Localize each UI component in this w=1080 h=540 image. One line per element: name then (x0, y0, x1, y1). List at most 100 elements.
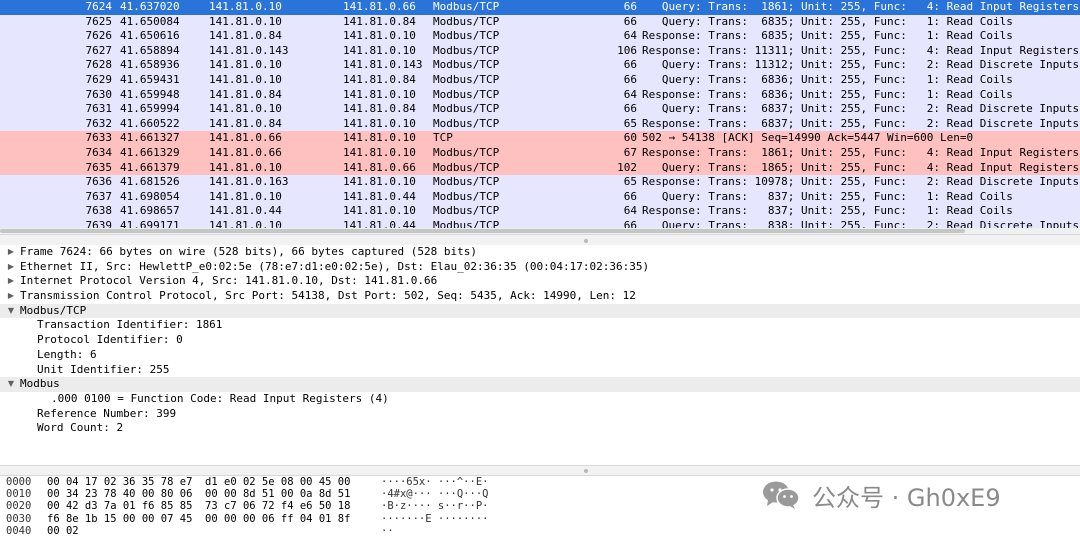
hex-offset: 0020 (6, 500, 32, 513)
packet-row[interactable]: 7633 41.661327 141.81.0.66 141.81.0.10 TCP 60… (0, 131, 1080, 146)
expanded-arrow-icon[interactable]: ▼ (6, 377, 16, 392)
packet-length: 66 (623, 58, 637, 72)
packet-number: 7637 (85, 189, 113, 203)
expanded-arrow-icon[interactable]: ▼ (6, 304, 16, 319)
packet-length: 60 (623, 131, 637, 145)
pane-splitter-bottom[interactable] (0, 465, 1080, 476)
hex-row[interactable]: 0040 00 02 ·· (0, 525, 1080, 537)
packet-row[interactable]: 7624 41.637020 141.81.0.10 141.81.0.66 Modbu… (0, 0, 1080, 15)
tree-item[interactable]: ▶ Ethernet II, Src: HewlettP_e0:02:5e (78… (0, 260, 1080, 275)
packet-length: 106 (617, 43, 637, 57)
tree-item[interactable]: Transaction Identifier: 1861 (0, 318, 1080, 333)
packet-source: 141.81.0.84 (209, 29, 282, 43)
packet-row[interactable]: 7630 41.659948 141.81.0.84 141.81.0.10 Modbu… (0, 87, 1080, 103)
tree-item[interactable]: ▶ Frame 7624: 66 bytes on wire (528 bits)… (0, 245, 1080, 260)
packet-protocol: Modbus/TCP (433, 145, 500, 159)
packet-protocol: Modbus/TCP (433, 29, 500, 43)
scrollbar-thumb[interactable] (0, 229, 965, 233)
collapsed-arrow-icon[interactable]: ▶ (6, 260, 16, 275)
splitter-grip-icon[interactable] (584, 469, 588, 473)
hex-offset: 0030 (6, 512, 32, 525)
packet-protocol: Modbus/TCP (433, 175, 500, 189)
hex-row[interactable]: 0030 f6 8e 1b 15 00 00 07 45 00 00 00 06 … (0, 513, 1080, 525)
packet-source: 141.81.0.66 (209, 131, 282, 145)
packet-time: 41.650084 (120, 14, 180, 28)
packet-time: 41.650616 (120, 29, 180, 43)
packet-row[interactable]: 7628 41.658936 141.81.0.10 141.81.0.143 Modb… (0, 58, 1080, 73)
packet-row[interactable]: 7631 41.659994 141.81.0.10 141.81.0.84 Modbu… (0, 102, 1080, 117)
packet-time: 41.661329 (120, 145, 180, 159)
packet-protocol: Modbus/TCP (433, 72, 500, 86)
packet-source: 141.81.0.143 (209, 43, 289, 57)
packet-destination: 141.81.0.10 (343, 116, 416, 130)
tree-item[interactable]: ▶ Internet Protocol Version 4, Src: 141.8… (0, 274, 1080, 289)
packet-details-tree[interactable]: ▶ Frame 7624: 66 bytes on wire (528 bits)… (0, 245, 1080, 466)
packet-row[interactable]: 7632 41.660522 141.81.0.84 141.81.0.10 Modbu… (0, 116, 1080, 132)
collapsed-arrow-icon[interactable]: ▶ (6, 274, 16, 289)
packet-time: 41.660522 (120, 116, 180, 130)
hex-bytes: 00 02 (47, 524, 79, 537)
packet-row[interactable]: 7627 41.658894 141.81.0.143 141.81.0.10 Modb… (0, 43, 1080, 59)
packet-length: 66 (623, 189, 637, 203)
packet-number: 7626 (85, 29, 113, 43)
packet-destination: 141.81.0.84 (343, 14, 416, 28)
packet-destination: 141.81.0.66 (343, 160, 416, 174)
packet-info: Response: Trans: 837; Unit: 255, Func: 1… (642, 204, 1013, 218)
packet-source: 141.81.0.10 (209, 0, 282, 13)
packet-list[interactable]: 7624 41.637020 141.81.0.10 141.81.0.66 Modbu… (0, 0, 1080, 228)
packet-time: 41.681526 (120, 175, 180, 189)
tree-item[interactable]: Length: 6 (0, 348, 1080, 363)
packet-protocol: Modbus/TCP (433, 116, 500, 130)
packet-destination: 141.81.0.84 (343, 72, 416, 86)
packet-row[interactable]: 7636 41.681526 141.81.0.163 141.81.0.10 Modb… (0, 175, 1080, 190)
tree-item-label: Word Count: 2 (37, 421, 124, 435)
packet-length: 66 (623, 102, 637, 116)
packet-info: Response: Trans: 6837; Unit: 255, Func: … (642, 116, 1080, 130)
tree-item[interactable]: Word Count: 2 (0, 421, 1080, 436)
packet-source: 141.81.0.10 (209, 102, 282, 116)
collapsed-arrow-icon[interactable]: ▶ (6, 245, 16, 260)
tree-item[interactable]: ▶ Transmission Control Protocol, Src Port… (0, 289, 1080, 304)
packet-length: 102 (617, 160, 637, 174)
packet-info: Response: Trans: 11311; Unit: 255, Func:… (642, 43, 1080, 57)
packet-row[interactable]: 7639 41.699171 141.81.0.10 141.81.0.44 Modbu… (0, 218, 1080, 228)
tree-item-label: Ethernet II, Src: HewlettP_e0:02:5e (78:… (20, 259, 650, 273)
tree-item[interactable]: Reference Number: 399 (0, 407, 1080, 422)
tree-item[interactable]: Protocol Identifier: 0 (0, 333, 1080, 348)
tree-item-label: Unit Identifier: 255 (37, 362, 170, 376)
packet-length: 66 (623, 218, 637, 228)
packet-row[interactable]: 7625 41.650084 141.81.0.10 141.81.0.84 Modbu… (0, 14, 1080, 30)
packet-destination: 141.81.0.44 (343, 218, 416, 228)
packet-protocol: Modbus/TCP (433, 58, 500, 72)
packet-time: 41.699171 (120, 218, 180, 228)
packet-time: 41.658894 (120, 43, 180, 57)
packet-row[interactable]: 7634 41.661329 141.81.0.66 141.81.0.10 Modbu… (0, 145, 1080, 161)
packet-length: 64 (623, 204, 637, 218)
hex-offset: 0000 (6, 476, 32, 488)
packet-protocol: Modbus/TCP (433, 87, 500, 101)
packet-row[interactable]: 7635 41.661379 141.81.0.10 141.81.0.66 Modbu… (0, 160, 1080, 176)
packet-row[interactable]: 7638 41.698657 141.81.0.44 141.81.0.10 Modbu… (0, 204, 1080, 219)
packet-row[interactable]: 7626 41.650616 141.81.0.84 141.81.0.10 Modbu… (0, 29, 1080, 44)
packet-length: 66 (623, 72, 637, 86)
tree-item[interactable]: ▼ Modbus/TCP (0, 303, 1080, 319)
packet-info: Query: Trans: 1861; Unit: 255, Func: 4: … (642, 0, 1080, 13)
tree-item[interactable]: Unit Identifier: 255 (0, 363, 1080, 378)
packet-protocol: Modbus/TCP (433, 189, 500, 203)
packet-row[interactable]: 7629 41.659431 141.81.0.10 141.81.0.84 Modbu… (0, 72, 1080, 88)
packet-length: 66 (623, 14, 637, 28)
packet-length: 64 (623, 87, 637, 101)
packet-destination: 141.81.0.10 (343, 43, 416, 57)
packet-source: 141.81.0.163 (209, 175, 289, 189)
tree-item[interactable]: ▼ Modbus (0, 377, 1080, 392)
wireshark-window: 7624 41.637020 141.81.0.10 141.81.0.66 Modbu… (0, 0, 1080, 540)
tree-item[interactable]: .000 0100 = Function Code: Read Input Re… (0, 392, 1080, 407)
packet-row[interactable]: 7637 41.698054 141.81.0.10 141.81.0.44 Modbu… (0, 189, 1080, 205)
packet-length: 65 (623, 116, 637, 130)
packet-time: 41.661379 (120, 160, 180, 174)
collapsed-arrow-icon[interactable]: ▶ (6, 289, 16, 304)
packet-time: 41.659994 (120, 102, 180, 116)
splitter-grip-icon[interactable] (584, 239, 588, 243)
packet-destination: 141.81.0.10 (343, 29, 416, 43)
packet-info: Query: Trans: 1865; Unit: 255, Func: 4: … (642, 160, 1080, 174)
